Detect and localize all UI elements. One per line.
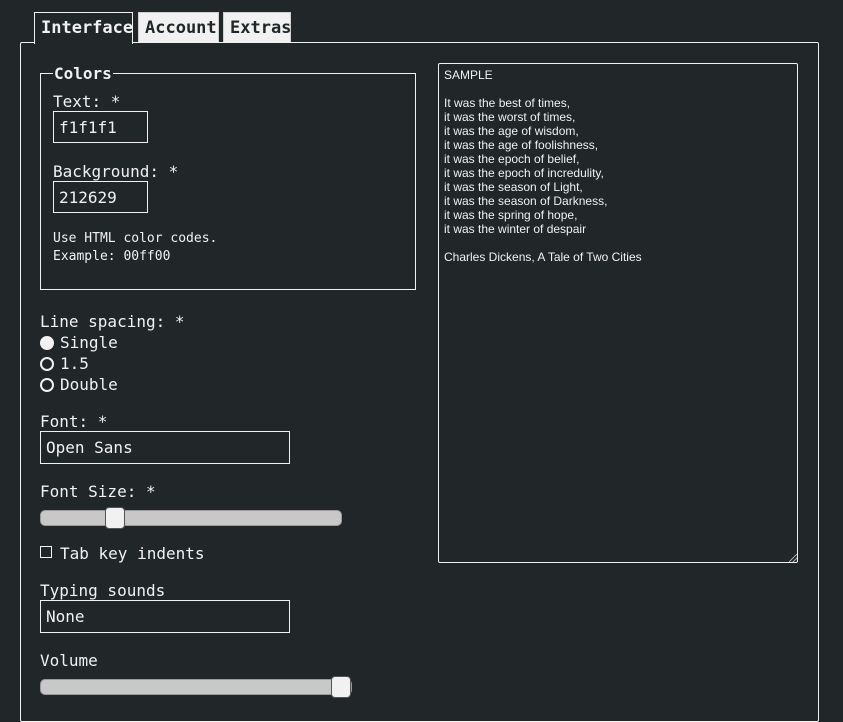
radio-single[interactable]: Single: [40, 332, 118, 353]
tab-extras[interactable]: Extras: [223, 12, 291, 42]
typing-sounds-label: Typing sounds: [40, 581, 166, 600]
line-spacing-label: Line spacing: *: [40, 312, 185, 331]
radio-one-point-five-indicator[interactable]: [40, 356, 54, 371]
color-hint: Use HTML color codes. Example: 00ff00: [53, 231, 218, 264]
radio-single-indicator[interactable]: [40, 335, 54, 350]
tab-interface[interactable]: Interface: [34, 12, 133, 44]
font-input[interactable]: [40, 431, 290, 464]
sample-text-area[interactable]: SAMPLE It was the best of times, it was …: [438, 63, 798, 563]
radio-single-label: Single: [60, 333, 118, 352]
radio-one-point-five-label: 1.5: [60, 354, 89, 373]
background-color-input[interactable]: [53, 181, 148, 213]
tab-account[interactable]: Account: [138, 12, 219, 42]
tab-indent-checkbox[interactable]: [40, 546, 52, 558]
volume-slider-thumb[interactable]: [331, 676, 351, 698]
radio-double-label: Double: [60, 375, 118, 394]
volume-label: Volume: [40, 651, 98, 670]
tab-indent-label: Tab key indents: [60, 544, 205, 563]
text-color-label: Text: *: [53, 92, 121, 111]
resize-grip-icon[interactable]: [788, 553, 797, 562]
volume-slider[interactable]: [40, 676, 352, 698]
background-color-label: Background: *: [53, 162, 179, 181]
font-size-slider[interactable]: [40, 507, 342, 529]
font-label: Font: *: [40, 412, 108, 431]
radio-double[interactable]: Double: [40, 374, 118, 395]
font-size-slider-thumb[interactable]: [105, 507, 126, 529]
font-size-label: Font Size: *: [40, 482, 156, 501]
text-color-input[interactable]: [53, 111, 148, 143]
radio-double-indicator[interactable]: [40, 377, 54, 392]
colors-legend: Colors: [54, 64, 112, 83]
radio-one-point-five[interactable]: 1.5: [40, 353, 89, 374]
typing-sounds-input[interactable]: [40, 600, 290, 633]
